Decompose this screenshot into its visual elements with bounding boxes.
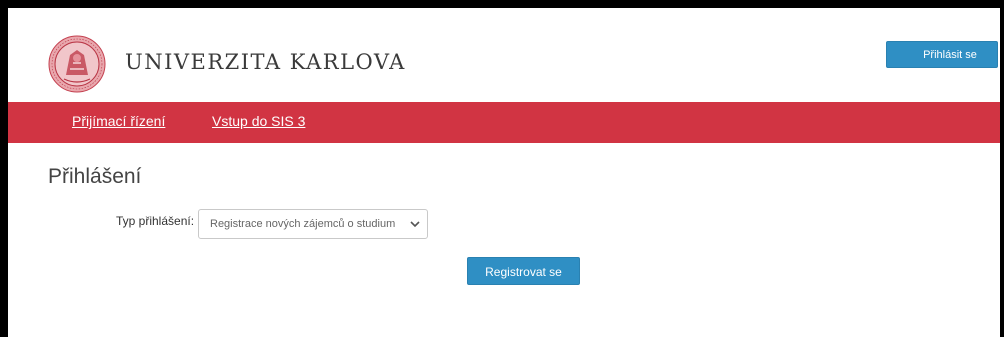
main-navbar: Přijímací řízení Vstup do SIS 3 — [8, 102, 1000, 143]
login-type-label: Typ přihlášení: — [116, 214, 195, 228]
login-type-selected-value: Registrace nových zájemců o studium — [210, 218, 396, 230]
page-frame: UNIVERZITA KARLOVA Přihlásit se Přijímac… — [8, 8, 1000, 337]
university-seal-icon — [48, 35, 106, 93]
register-button[interactable]: Registrovat se — [467, 257, 580, 285]
page-title: Přihlášení — [48, 165, 142, 188]
login-button[interactable]: Přihlásit se — [886, 41, 998, 68]
chevron-down-icon — [410, 221, 420, 228]
university-name: UNIVERZITA KARLOVA — [125, 50, 406, 74]
login-type-select[interactable]: Registrace nových zájemců o studium — [198, 209, 428, 239]
nav-sis3-link[interactable]: Vstup do SIS 3 — [212, 113, 305, 129]
nav-admission-link[interactable]: Přijímací řízení — [72, 113, 165, 129]
site-header: UNIVERZITA KARLOVA Přihlásit se — [8, 8, 1000, 102]
